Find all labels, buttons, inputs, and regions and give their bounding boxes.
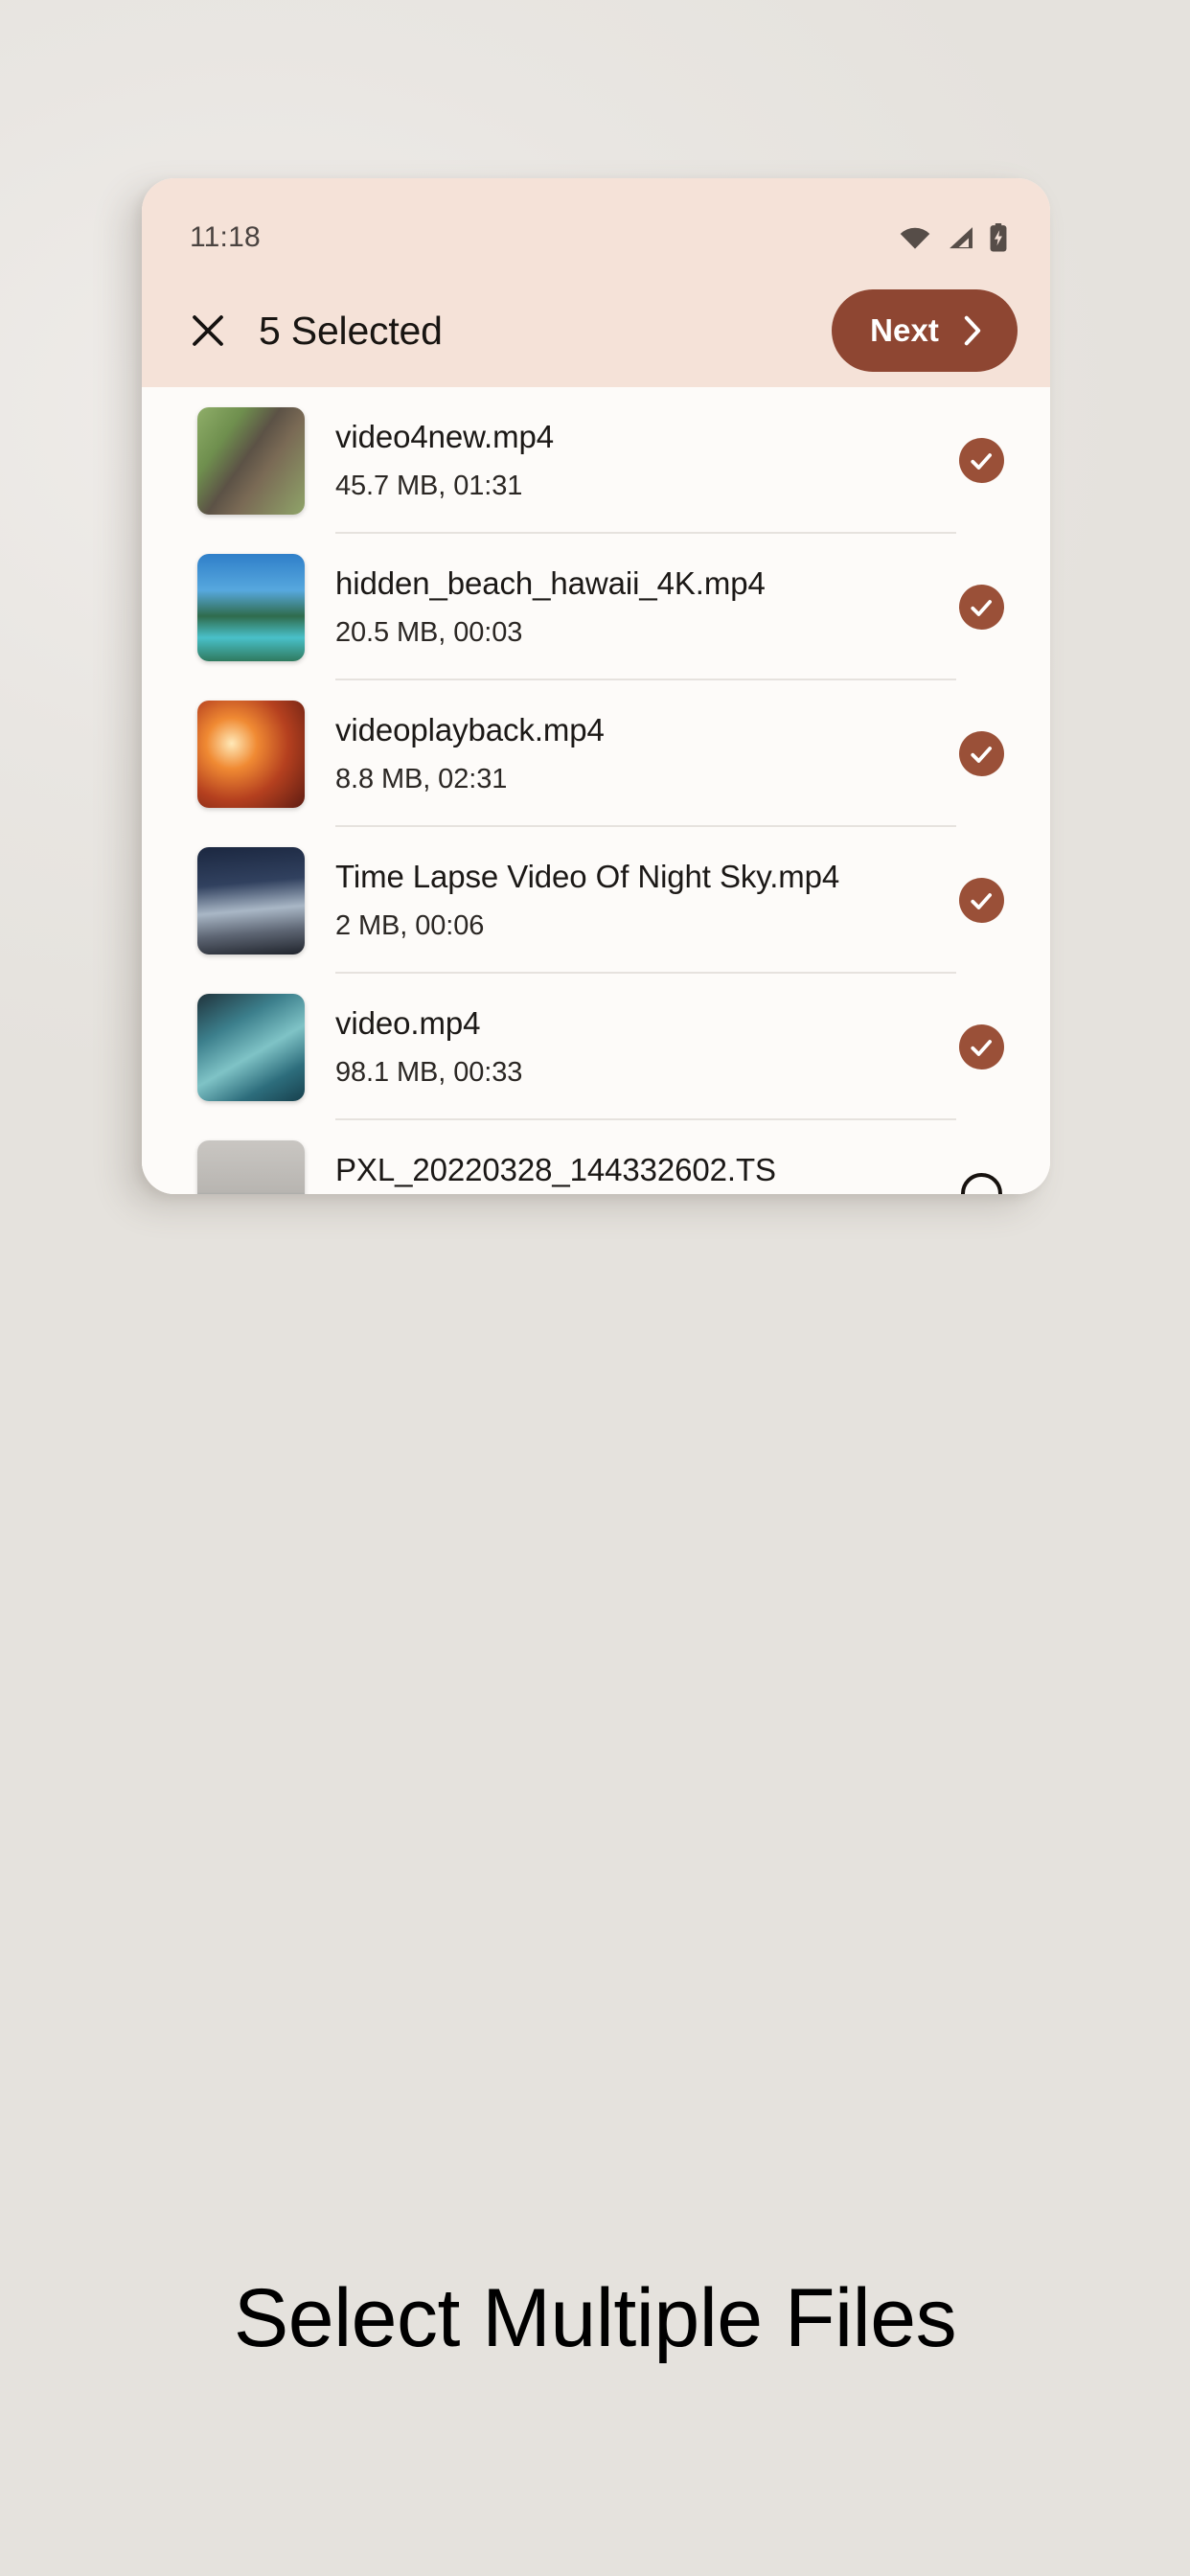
status-time: 11:18 [190,221,261,254]
file-name: videoplayback.mp4 [335,711,922,749]
thumbnail-image [197,554,305,661]
next-button-label: Next [870,312,939,349]
file-meta: 20.5 MB, 00:03 [335,616,922,650]
video-thumbnail [197,407,305,515]
caption-text: Select Multiple Files [0,2271,1190,2366]
thumbnail-image [197,407,305,515]
next-button[interactable]: Next [832,289,1018,372]
checkbox-checked[interactable] [950,1017,1012,1078]
check-circle-icon [959,731,1004,776]
thumbnail-image [197,847,305,954]
file-info: video4new.mp4 45.7 MB, 01:31 [335,387,939,534]
video-thumbnail [197,1140,305,1195]
battery-charging-icon [989,223,1008,252]
chevron-right-icon [960,314,985,347]
table-row[interactable]: videoplayback.mp4 8.8 MB, 02:31 [142,680,1050,827]
status-bar: 11:18 [142,178,1050,274]
close-button[interactable] [182,305,234,356]
checkbox-unchecked[interactable] [950,1163,1012,1195]
file-name: hidden_beach_hawaii_4K.mp4 [335,564,922,603]
file-name: Time Lapse Video Of Night Sky.mp4 [335,858,922,896]
thumbnail-image [197,701,305,808]
file-name: PXL_20220328_144332602.TS [335,1151,922,1189]
file-name: video4new.mp4 [335,418,922,456]
table-row[interactable]: Time Lapse Video Of Night Sky.mp4 2 MB, 0… [142,827,1050,974]
thumbnail-image [197,994,305,1101]
file-meta: 45.7 MB, 01:31 [335,470,922,503]
phone-frame: 11:18 [142,178,1050,1194]
file-info: videoplayback.mp4 8.8 MB, 02:31 [335,680,939,827]
file-meta: 2 MB, 00:06 [335,909,922,943]
checkbox-checked[interactable] [950,577,1012,638]
check-circle-icon [959,1024,1004,1070]
status-icons [899,223,1008,252]
file-info: hidden_beach_hawaii_4K.mp4 20.5 MB, 00:03 [335,534,939,680]
video-thumbnail [197,847,305,954]
table-row[interactable]: video4new.mp4 45.7 MB, 01:31 [142,387,1050,534]
close-icon [187,310,229,352]
check-circle-icon [959,585,1004,630]
file-name: video.mp4 [335,1004,922,1043]
thumbnail-image [197,1140,305,1195]
video-thumbnail [197,554,305,661]
checkbox-checked[interactable] [950,870,1012,932]
video-thumbnail [197,701,305,808]
file-info: video.mp4 98.1 MB, 00:33 [335,974,939,1120]
checkbox-checked[interactable] [950,724,1012,785]
check-circle-icon [959,438,1004,483]
file-meta: 8.8 MB, 02:31 [335,763,922,796]
file-info: PXL_20220328_144332602.TS6.4 MB, 00:02 [335,1120,939,1194]
table-row[interactable]: hidden_beach_hawaii_4K.mp4 20.5 MB, 00:03 [142,534,1050,680]
circle-outline-icon [961,1173,1002,1194]
file-list[interactable]: video4new.mp4 45.7 MB, 01:31 hidden_beach_… [142,387,1050,1194]
page-title: 5 Selected [259,309,443,354]
file-info: Time Lapse Video Of Night Sky.mp4 2 MB, 0… [335,827,939,974]
app-bar: 5 Selected Next [142,274,1050,387]
video-thumbnail [197,994,305,1101]
wifi-icon [899,225,931,250]
cell-signal-icon [946,225,974,250]
table-row[interactable]: PXL_20220328_144332602.TS6.4 MB, 00:02 [142,1120,1050,1194]
file-meta: 98.1 MB, 00:33 [335,1056,922,1090]
table-row[interactable]: video.mp4 98.1 MB, 00:33 [142,974,1050,1120]
checkbox-checked[interactable] [950,430,1012,492]
check-circle-icon [959,878,1004,923]
